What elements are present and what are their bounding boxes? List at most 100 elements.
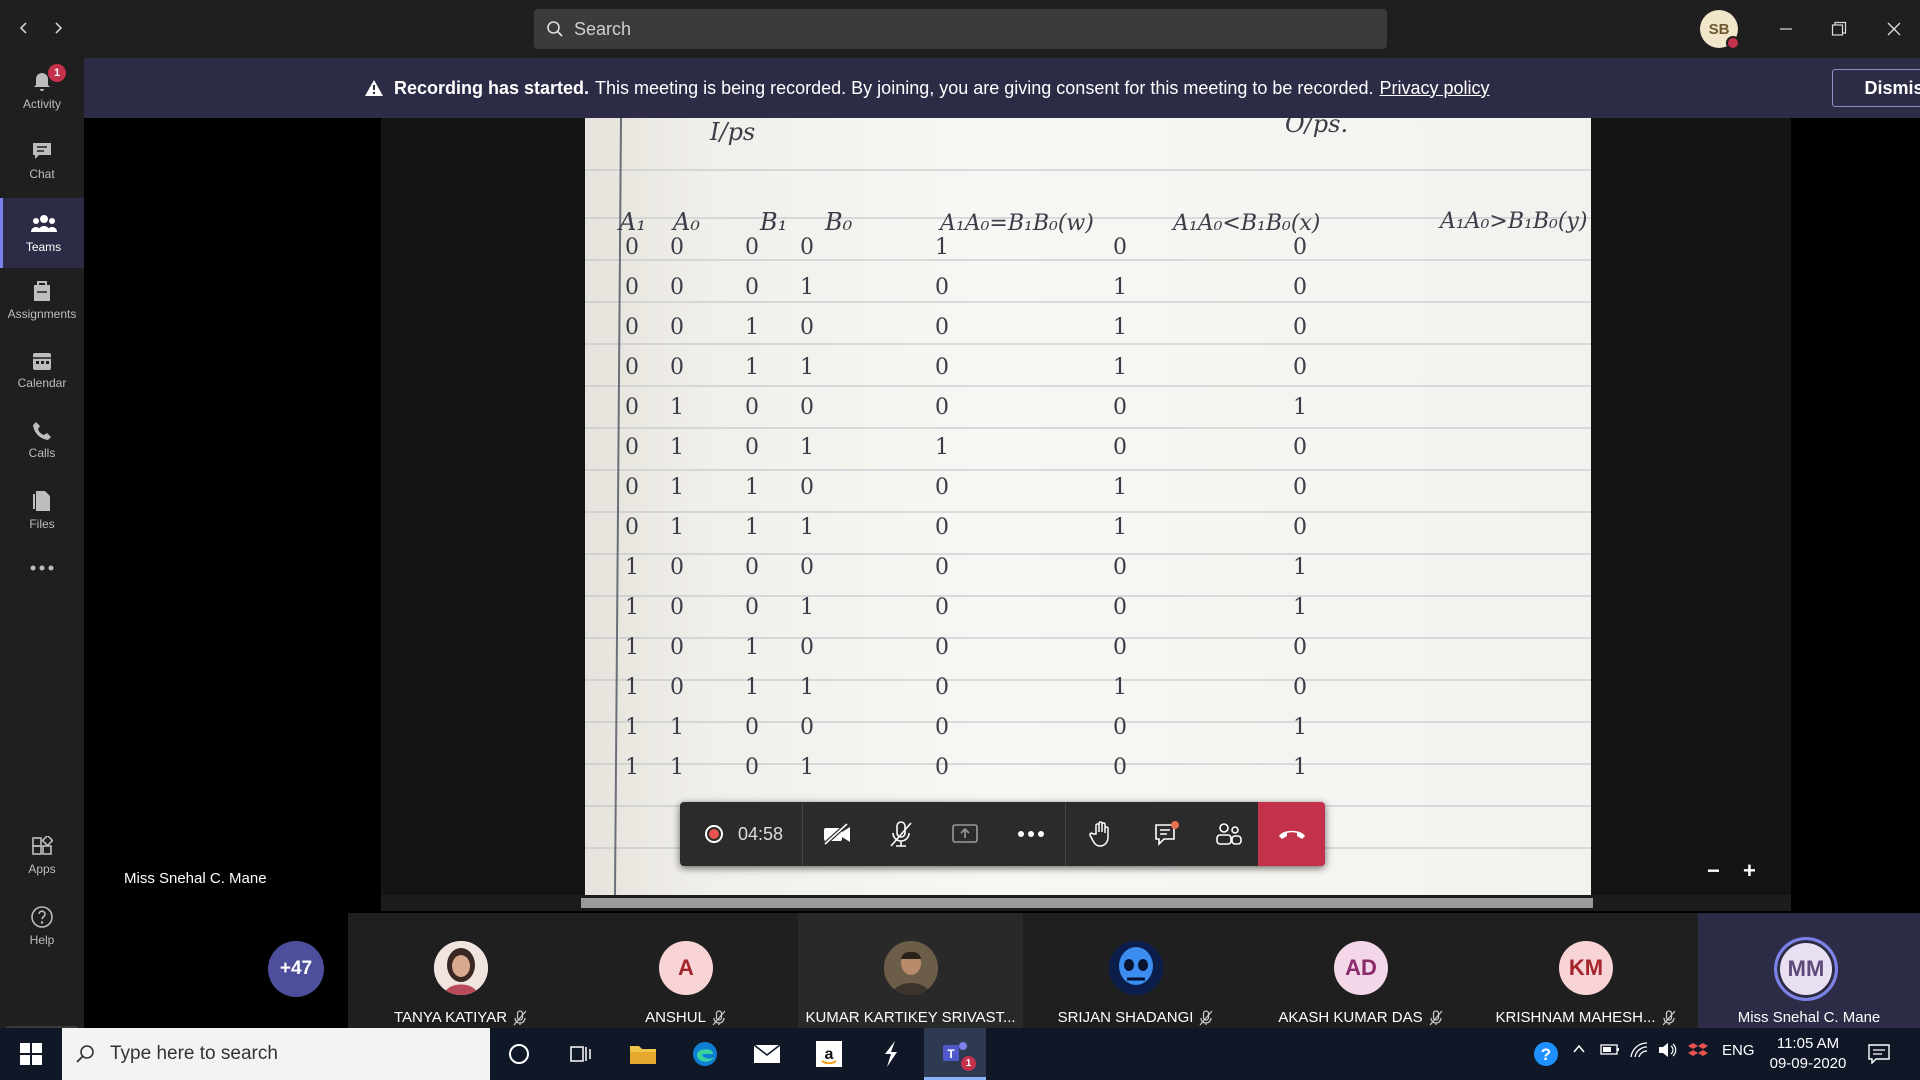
shared-screen[interactable]: I/ps O/ps. A₁ A₀ B₁ B₀ A₁A₀=B₁B₀(w) A₁A₀…: [381, 118, 1791, 911]
show-conversation-button[interactable]: [1138, 802, 1196, 866]
taskbar-search-placeholder: Type here to search: [110, 1043, 278, 1064]
horizontal-scrollbar[interactable]: [381, 895, 1791, 911]
mic-off-icon: [1662, 1010, 1675, 1026]
show-participants-button[interactable]: [1200, 802, 1258, 866]
mail-icon: [753, 1044, 781, 1063]
zoom-out-button[interactable]: −: [1707, 858, 1720, 884]
start-button[interactable]: [0, 1028, 62, 1080]
cell-a0-row-4: 0: [670, 355, 684, 380]
participant-tile[interactable]: AD AKASH KUMAR DAS: [1248, 913, 1473, 1028]
cell-less-row-8: 1: [1113, 515, 1127, 540]
close-button[interactable]: [1878, 14, 1910, 44]
volume-tray[interactable]: [1658, 1042, 1678, 1061]
participant-tile-presenter[interactable]: MM Miss Snehal C. Mane: [1698, 913, 1920, 1028]
restore-button[interactable]: [1823, 14, 1855, 44]
cell-greater-row-7: 0: [1293, 475, 1307, 500]
task-view-button[interactable]: [552, 1028, 610, 1080]
cell-a1-row-1: 0: [625, 235, 639, 260]
cortana-icon: [509, 1044, 529, 1064]
cell-b0-row-13: 0: [800, 715, 814, 740]
cell-a1-row-10: 1: [625, 595, 639, 620]
rail-label-help: Help: [29, 933, 55, 947]
cell-b1-row-13: 0: [745, 715, 759, 740]
cell-less-row-7: 1: [1113, 475, 1127, 500]
mic-off-icon: [1429, 1010, 1443, 1026]
assignments-icon: [34, 281, 50, 301]
separator: [1065, 802, 1066, 866]
dropbox-tray[interactable]: [1688, 1042, 1708, 1063]
file-explorer-button[interactable]: [614, 1028, 672, 1080]
help-tray-button[interactable]: ?: [1518, 1028, 1574, 1080]
col-header-b0: B₀: [824, 208, 853, 236]
cell-equal-row-11: 0: [935, 635, 949, 660]
camera-toggle-button[interactable]: [808, 802, 866, 866]
cell-a1-row-12: 1: [625, 675, 639, 700]
taskbar-search[interactable]: Type here to search: [62, 1028, 490, 1080]
mail-button[interactable]: [738, 1028, 796, 1080]
rail-chat[interactable]: Chat: [0, 128, 84, 192]
participant-tile[interactable]: KM KRISHNAM MAHESH...: [1473, 913, 1698, 1028]
rail-calendar[interactable]: Calendar: [0, 338, 84, 402]
conversation-icon: [1155, 821, 1179, 846]
search-bar[interactable]: Search: [534, 9, 1387, 49]
rail-files[interactable]: Files: [0, 478, 84, 542]
forward-button[interactable]: [46, 16, 70, 40]
privacy-policy-link[interactable]: Privacy policy: [1379, 78, 1489, 99]
amazon-icon: a: [816, 1041, 842, 1067]
rail-apps[interactable]: Apps: [0, 824, 84, 888]
cell-equal-row-8: 0: [935, 515, 949, 540]
col-header-less: A₁A₀<B₁B₀(x): [1171, 211, 1320, 236]
system-clock[interactable]: 11:05 AM 09-09-2020: [1760, 1034, 1856, 1074]
dismiss-button[interactable]: Dismiss: [1832, 69, 1920, 107]
teams-icon: [30, 215, 57, 232]
mic-toggle-button[interactable]: [872, 802, 930, 866]
participant-name: AKASH KUMAR DAS: [1248, 1009, 1473, 1026]
action-center-button[interactable]: [1852, 1028, 1906, 1080]
network-tray[interactable]: [1630, 1042, 1648, 1061]
outputs-heading: O/ps.: [1285, 118, 1348, 138]
mic-off-icon: [1199, 1010, 1213, 1026]
cell-equal-row-10: 0: [935, 595, 949, 620]
rail-calls[interactable]: Calls: [0, 408, 84, 472]
help-icon: ?: [1534, 1042, 1558, 1066]
more-actions-button[interactable]: [1002, 802, 1060, 866]
cell-b1-row-1: 0: [745, 235, 759, 260]
edge-browser-button[interactable]: [676, 1028, 734, 1080]
participant-tile[interactable]: SRIJAN SHADANGI: [1023, 913, 1248, 1028]
inputs-heading: I/ps: [709, 118, 755, 146]
minimize-button[interactable]: [1770, 14, 1802, 44]
language-indicator[interactable]: ENG: [1722, 1042, 1755, 1059]
back-button[interactable]: [12, 16, 36, 40]
more-participants-button[interactable]: +47: [268, 941, 324, 997]
cell-b1-row-9: 0: [745, 555, 759, 580]
rail-more[interactable]: [0, 548, 84, 588]
share-screen-button[interactable]: [936, 802, 994, 866]
cell-greater-row-8: 0: [1293, 515, 1307, 540]
rail-assignments[interactable]: Assignments: [0, 268, 84, 332]
participant-tile[interactable]: KUMAR KARTIKEY SRIVAST...: [798, 913, 1023, 1028]
participant-tile[interactable]: TANYA KATIYAR: [348, 913, 573, 1028]
rail-teams[interactable]: Teams: [0, 198, 84, 268]
rail-activity[interactable]: 1 Activity: [0, 58, 84, 122]
cortana-button[interactable]: [490, 1028, 548, 1080]
cell-a0-row-1: 0: [670, 235, 684, 260]
winamp-button[interactable]: [862, 1028, 920, 1080]
zoom-in-button[interactable]: +: [1743, 858, 1756, 884]
rail-help[interactable]: Help: [0, 894, 84, 958]
battery-tray[interactable]: [1600, 1042, 1620, 1059]
raise-hand-button[interactable]: [1072, 802, 1130, 866]
rail-label-chat: Chat: [29, 167, 55, 181]
horizontal-scroll-thumb[interactable]: [581, 898, 1593, 908]
share-tray-icon: [952, 824, 978, 843]
participant-tile[interactable]: A ANSHUL: [573, 913, 798, 1028]
amazon-button[interactable]: a: [800, 1028, 858, 1080]
user-avatar[interactable]: SB: [1700, 10, 1740, 50]
cell-greater-row-6: 0: [1293, 435, 1307, 460]
teams-taskbar-button[interactable]: T 1: [924, 1028, 986, 1080]
cell-b1-row-8: 1: [745, 515, 759, 540]
cell-greater-row-10: 1: [1293, 595, 1307, 620]
show-hidden-icons-button[interactable]: [1572, 1042, 1586, 1059]
cell-a0-row-7: 1: [670, 475, 684, 500]
hand-icon: [1089, 821, 1109, 847]
hang-up-button[interactable]: [1258, 802, 1325, 866]
